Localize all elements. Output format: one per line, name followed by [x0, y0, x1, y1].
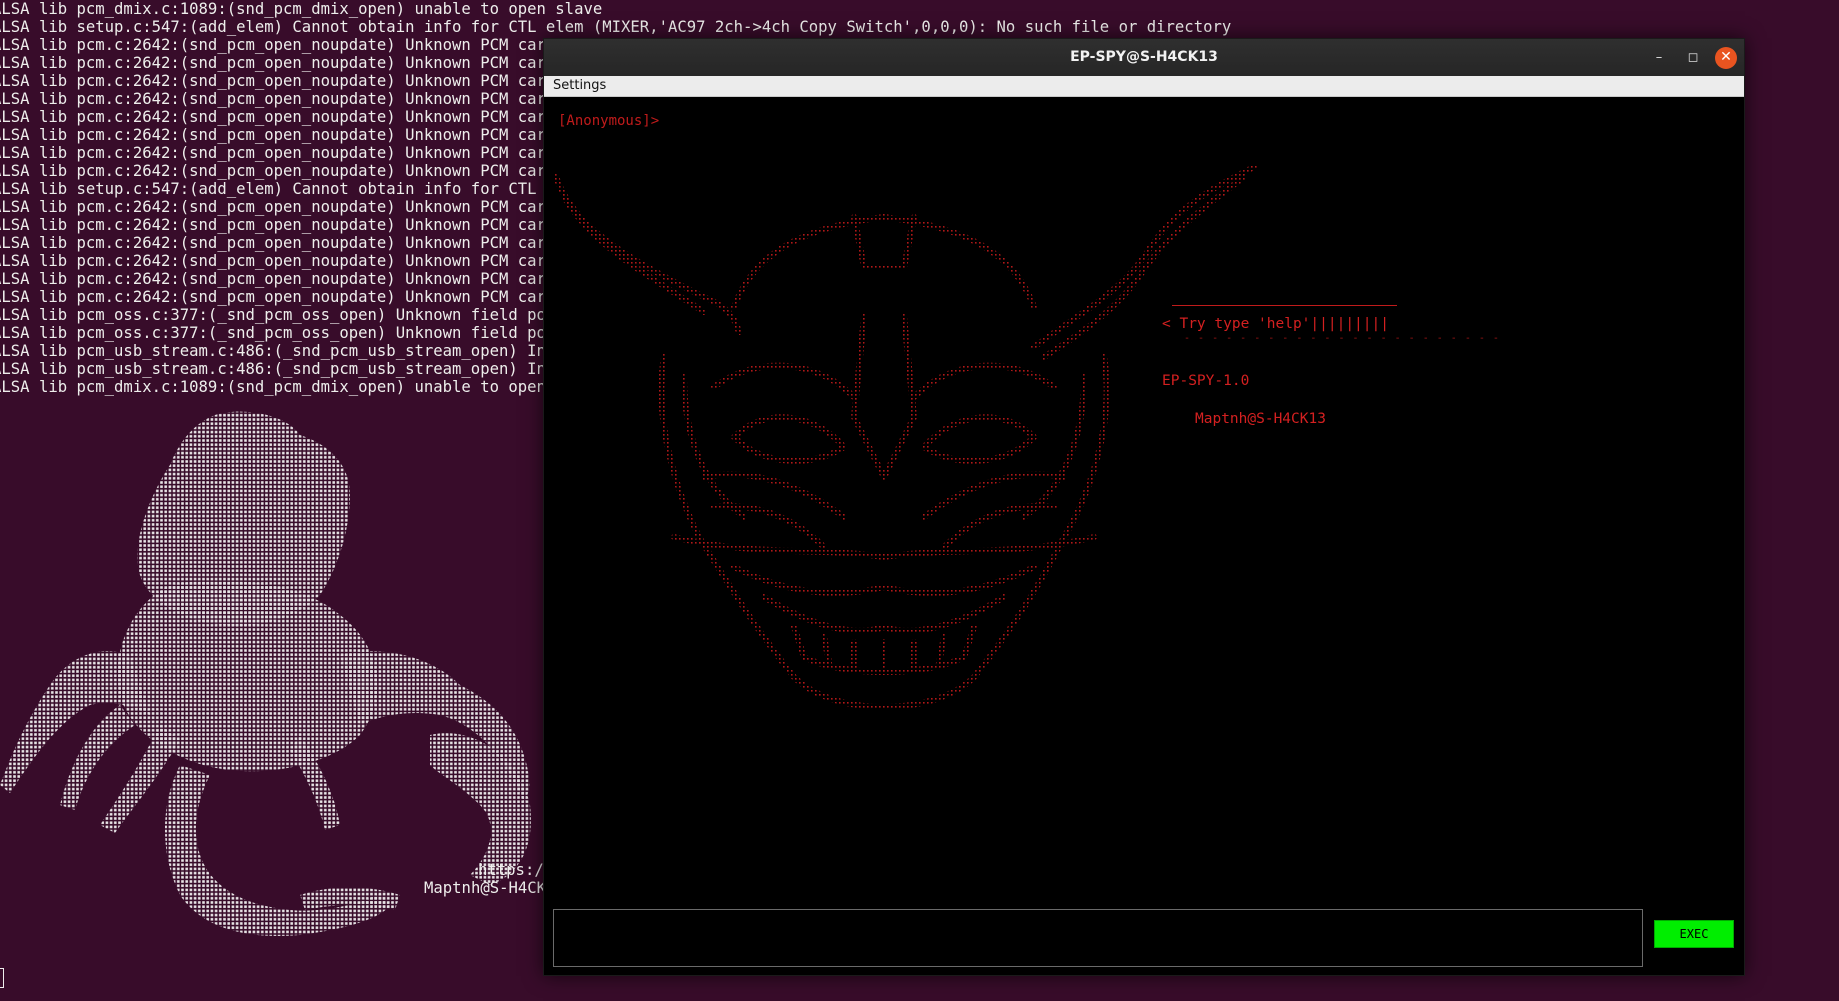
menu-bar: Settings	[544, 76, 1744, 97]
command-input[interactable]	[553, 909, 1643, 967]
minimize-button[interactable]: –	[1648, 47, 1670, 69]
app-version: EP-SPY-1.0	[1162, 373, 1250, 389]
terminal-cursor	[0, 968, 4, 988]
maximize-icon: ◻	[1687, 50, 1699, 65]
terminal-signature: Maptnh@S-H4CK	[424, 879, 547, 897]
oni-mask-ascii-art	[554, 164, 1257, 710]
console-prompt: [Anonymous]>	[558, 113, 660, 129]
maximize-button[interactable]: ◻	[1682, 47, 1704, 69]
ep-spy-window: EP-SPY@S-H4CK13 – ◻ ✕ Settings [Anonymou…	[543, 38, 1745, 976]
terminal-line: ALSA lib pcm_dmix.c:1089:(snd_pcm_dmix_o…	[0, 0, 603, 18]
close-icon: ✕	[1720, 49, 1732, 65]
terminal-line: ALSA lib setup.c:547:(add_elem) Cannot o…	[0, 18, 1232, 36]
close-button[interactable]: ✕	[1715, 47, 1737, 69]
help-hint-topline	[1172, 305, 1397, 306]
console-output: [Anonymous]> < Try type 'help'||||||||| …	[544, 97, 1744, 905]
help-hint-underline: - - - - - - - - - - - - - - - - - - - - …	[1184, 333, 1500, 344]
title-bar[interactable]: EP-SPY@S-H4CK13 – ◻ ✕	[544, 39, 1744, 76]
help-hint-text: < Try type 'help'|||||||||	[1162, 316, 1389, 332]
command-row: EXEC	[544, 905, 1744, 975]
terminal-url-text: https:/	[478, 861, 544, 879]
minimize-icon: –	[1655, 50, 1663, 65]
exec-button[interactable]: EXEC	[1654, 920, 1734, 948]
scorpion-ascii-art	[0, 411, 531, 936]
app-author: Maptnh@S-H4CK13	[1195, 411, 1326, 427]
menu-settings[interactable]: Settings	[553, 78, 606, 93]
window-title: EP-SPY@S-H4CK13	[1070, 49, 1218, 65]
